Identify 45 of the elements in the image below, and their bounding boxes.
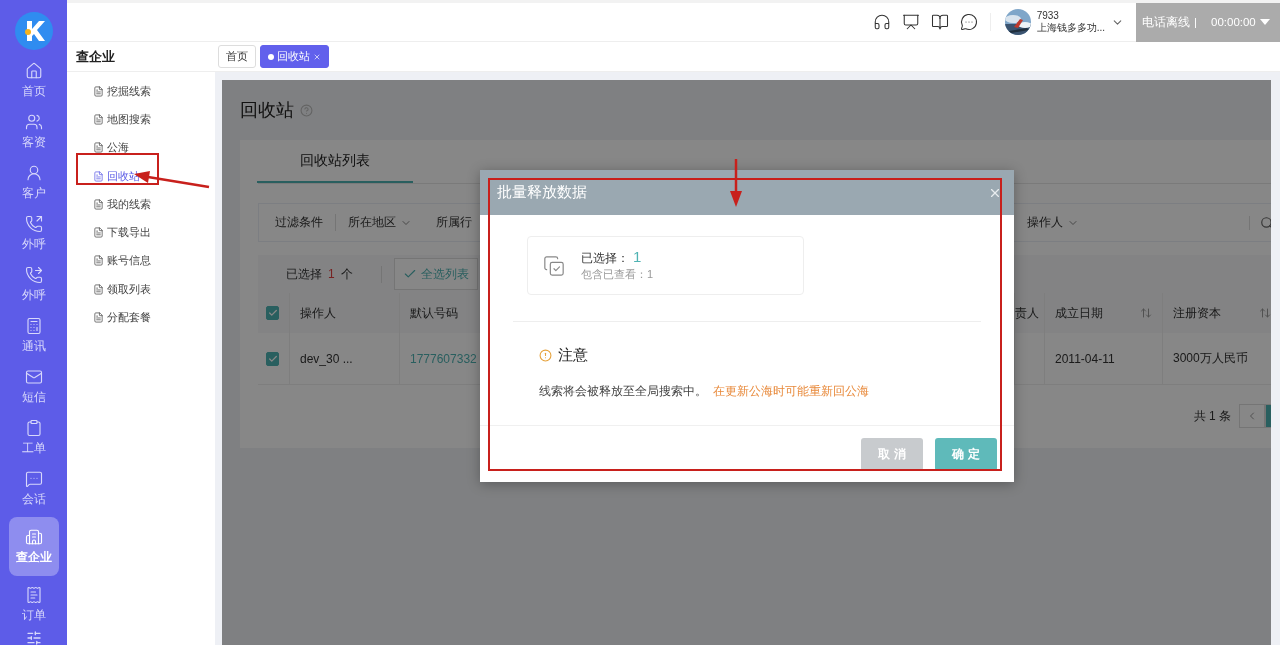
user-company: 上海钱多多功... [1036, 22, 1105, 34]
user-id: 7933 [1036, 10, 1060, 22]
nav-item[interactable]: 订单 [8, 579, 59, 630]
column-header[interactable]: 注册资本 [1163, 293, 1271, 333]
subnav-item[interactable]: 地图搜索 [76, 105, 215, 134]
filter-dropdown[interactable]: 操作人 [1015, 214, 1091, 231]
nav-item[interactable]: 会话 [8, 463, 59, 514]
nav-item[interactable]: 外呼 [8, 208, 59, 259]
table-cell: dev_30 ... [290, 333, 400, 385]
selection-count: 已选择 1 个 [286, 265, 382, 283]
subnav-item[interactable]: 领取列表 [76, 275, 215, 304]
nav-item[interactable]: 短信 [8, 361, 59, 412]
subnav-item[interactable]: 公海 [76, 133, 215, 162]
notice-title: 注意 [558, 346, 588, 365]
subnav-item[interactable]: 我的线索 [76, 190, 215, 219]
page-title: 回收站 [240, 99, 294, 122]
nav-item[interactable]: 外呼 [8, 259, 59, 310]
table-cell: 2011-04-11 [1045, 333, 1163, 385]
dialog-title: 批量释放数据 [497, 183, 587, 202]
nav-item[interactable]: 查企业 [8, 517, 59, 576]
pagination-total: 共 1 条 [1193, 407, 1231, 425]
viewed-count: 包含已查看：1 [581, 267, 654, 282]
column-header: 责人 [1015, 293, 1045, 333]
subnav-item[interactable]: 账号信息 [76, 246, 215, 276]
page-tab[interactable]: 回收站 [260, 45, 329, 68]
notice-text: 线索将会被释放至全局搜索中。 在更新公海时可能重新回公海 [539, 383, 870, 400]
filter-label: 过滤条件 [263, 214, 336, 231]
card-tab[interactable]: 回收站列表 [257, 140, 413, 183]
subnav-item[interactable]: 分配套餐 [76, 303, 215, 332]
subnav-item[interactable]: 挖掘线索 [76, 77, 215, 106]
nav-item[interactable]: 通讯 [8, 310, 59, 361]
filter-dropdown[interactable]: 所属行 [424, 214, 484, 231]
nav-item[interactable]: 客户 [8, 157, 59, 208]
filter-dropdown[interactable]: 所在地区 [336, 214, 424, 231]
section-title: 查企业 [75, 47, 116, 66]
nav-item[interactable]: 客资 [8, 106, 59, 157]
subnav-item[interactable]: 回收站 [76, 161, 215, 191]
column-header: 操作人 [290, 293, 400, 333]
table-cell: 3000万人民币 [1163, 333, 1271, 385]
subnav-item[interactable]: 下载导出 [76, 218, 215, 247]
column-header[interactable]: 成立日期 [1045, 293, 1163, 333]
nav-item[interactable]: 首页 [8, 55, 59, 106]
selected-count: 已选择： 1 [581, 249, 643, 266]
page-tab[interactable]: 首页 [218, 45, 256, 68]
nav-item[interactable]: 工单 [8, 412, 59, 463]
